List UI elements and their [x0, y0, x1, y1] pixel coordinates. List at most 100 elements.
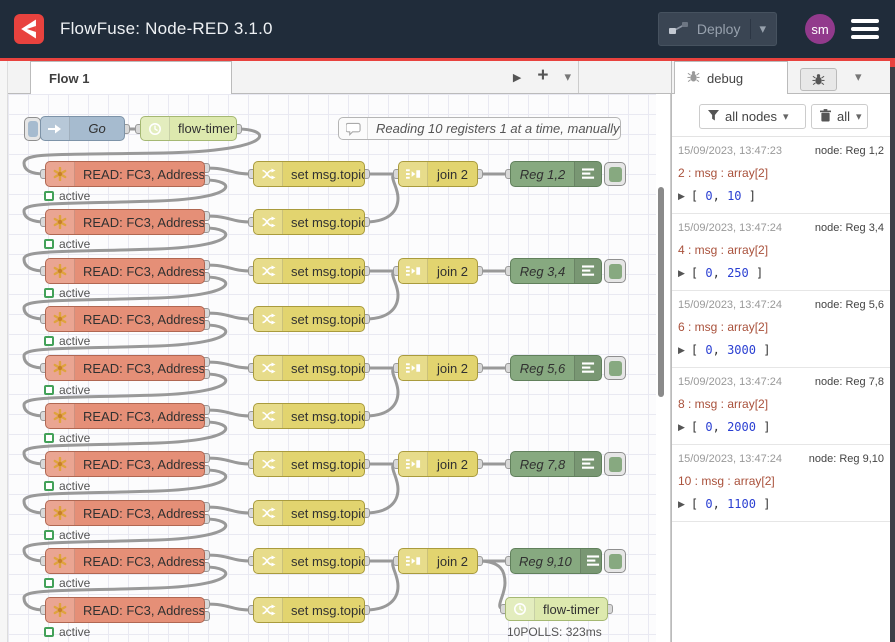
modbus-read-node[interactable]: READ: FC3, Address 3 — [45, 258, 205, 284]
expand-triangle-icon[interactable]: ▶ — [678, 499, 685, 510]
join-node[interactable]: join 2 — [398, 161, 478, 187]
wire[interactable] — [205, 216, 253, 222]
debug-toolbar: all nodes ▾ all ▾ — [672, 94, 890, 137]
modbus-read-node-label: READ: FC3, Address 4 — [75, 307, 205, 331]
wire[interactable] — [205, 604, 253, 610]
change-node[interactable]: set msg.topic — [253, 403, 365, 429]
debug-filter-toggle-button[interactable] — [800, 68, 837, 91]
modbus-read-node[interactable]: READ: FC3, Address 4 — [45, 306, 205, 332]
debug-enable-toggle[interactable] — [604, 452, 626, 476]
change-node[interactable]: set msg.topic — [253, 306, 365, 332]
change-node[interactable]: set msg.topic — [253, 597, 365, 623]
debug-enable-toggle[interactable] — [604, 259, 626, 283]
debug-filter-dropdown[interactable]: all nodes ▾ — [699, 104, 806, 129]
scroll-tabs-icon[interactable]: ▶ — [513, 71, 521, 84]
join-node[interactable]: join 2 — [398, 451, 478, 477]
tab-debug[interactable]: debug — [674, 61, 788, 94]
chevron-down-icon: ▾ — [783, 110, 789, 123]
change-shuffle-icon — [254, 307, 283, 331]
change-shuffle-icon — [254, 501, 283, 525]
add-flow-button[interactable]: + — [537, 65, 548, 87]
inject-node[interactable]: Go — [40, 116, 125, 141]
debug-clear-dropdown[interactable]: all ▾ — [811, 104, 868, 129]
wire[interactable] — [205, 555, 253, 561]
change-node-label: set msg.topic — [283, 259, 365, 283]
message-node-name[interactable]: node: Reg 9,10 — [809, 453, 884, 465]
wire[interactable] — [205, 507, 253, 513]
sidebar-tabbar: debug ▾ — [672, 61, 890, 94]
join-node[interactable]: join 2 — [398, 355, 478, 381]
main-menu-button[interactable] — [851, 19, 879, 39]
modbus-read-node[interactable]: READ: FC3, Address 10 — [45, 597, 205, 623]
change-node[interactable]: set msg.topic — [253, 161, 365, 187]
modbus-read-node[interactable]: READ: FC3, Address 5 — [45, 355, 205, 381]
wire[interactable] — [365, 561, 398, 610]
wire[interactable] — [365, 464, 398, 513]
debug-node[interactable]: Reg 7,8 — [510, 451, 602, 477]
join-node[interactable]: join 2 — [398, 548, 478, 574]
change-node[interactable]: set msg.topic — [253, 500, 365, 526]
wire[interactable] — [205, 313, 253, 319]
node-status: active — [44, 237, 90, 251]
wire[interactable] — [478, 561, 505, 609]
change-node[interactable]: set msg.topic — [253, 209, 365, 235]
wire[interactable] — [365, 174, 398, 222]
wire[interactable] — [205, 458, 253, 464]
deploy-divider — [750, 19, 751, 39]
message-node-name[interactable]: node: Reg 3,4 — [815, 222, 884, 234]
change-shuffle-icon — [254, 210, 283, 234]
change-node[interactable]: set msg.topic — [253, 451, 365, 477]
change-node[interactable]: set msg.topic — [253, 355, 365, 381]
debug-enable-toggle[interactable] — [604, 549, 626, 573]
join-node[interactable]: join 2 — [398, 258, 478, 284]
user-avatar[interactable]: sm — [805, 14, 835, 44]
canvas-scrollbar-thumb[interactable] — [658, 187, 664, 397]
debug-node[interactable]: Reg 3,4 — [510, 258, 602, 284]
sidebar-options-chevron-icon[interactable]: ▾ — [855, 69, 862, 85]
message-node-name[interactable]: node: Reg 1,2 — [815, 145, 884, 157]
modbus-icon — [46, 307, 75, 331]
debug-node[interactable]: Reg 5,6 — [510, 355, 602, 381]
expand-triangle-icon[interactable]: ▶ — [678, 191, 685, 202]
change-node[interactable]: set msg.topic — [253, 548, 365, 574]
wire[interactable] — [365, 368, 398, 416]
message-node-name[interactable]: node: Reg 5,6 — [815, 299, 884, 311]
inject-button[interactable] — [24, 117, 41, 141]
tab-flow-1[interactable]: Flow 1 — [30, 61, 232, 94]
modbus-read-node[interactable]: READ: FC3, Address 2 — [45, 209, 205, 235]
node-status: active — [44, 479, 90, 493]
debug-node[interactable]: Reg 9,10 — [510, 548, 602, 574]
wire[interactable] — [365, 271, 398, 319]
message-node-name[interactable]: node: Reg 7,8 — [815, 376, 884, 388]
flow-timer-node[interactable]: flow-timer — [505, 597, 608, 621]
message-meta: 10 : msg : array[2] — [678, 474, 884, 488]
modbus-read-node-label: READ: FC3, Address 6 — [75, 404, 205, 428]
modbus-read-node[interactable]: READ: FC3, Address 6 — [45, 403, 205, 429]
flow-canvas[interactable]: Go flow-timer Reading 10 registers 1 at a … — [8, 94, 656, 642]
wire[interactable] — [205, 168, 253, 174]
deploy-button[interactable]: Deploy ▾ — [658, 12, 777, 46]
tab-list-chevron-icon[interactable]: ▾ — [564, 69, 571, 85]
debug-enable-toggle[interactable] — [604, 162, 626, 186]
expand-triangle-icon[interactable]: ▶ — [678, 345, 685, 356]
expand-triangle-icon[interactable]: ▶ — [678, 268, 685, 279]
modbus-read-node[interactable]: READ: FC3, Address 8 — [45, 500, 205, 526]
debug-node[interactable]: Reg 1,2 — [510, 161, 602, 187]
debug-enable-toggle[interactable] — [604, 356, 626, 380]
modbus-icon — [46, 162, 75, 186]
wire[interactable] — [205, 362, 253, 368]
modbus-read-node[interactable]: READ: FC3, Address 1 — [45, 161, 205, 187]
change-node[interactable]: set msg.topic — [253, 258, 365, 284]
flow-timer-node[interactable]: flow-timer — [140, 116, 237, 141]
comment-node[interactable]: Reading 10 registers 1 at a time, manual… — [338, 117, 621, 140]
deploy-options-chevron-icon[interactable]: ▾ — [759, 21, 766, 37]
node-status: active — [44, 189, 90, 203]
modbus-read-node[interactable]: READ: FC3, Address 9 — [45, 548, 205, 574]
expand-triangle-icon[interactable]: ▶ — [678, 422, 685, 433]
node-status: active — [44, 576, 90, 590]
modbus-read-node[interactable]: READ: FC3, Address 7 — [45, 451, 205, 477]
wire[interactable] — [205, 410, 253, 416]
wire[interactable] — [205, 265, 253, 271]
modbus-read-node-label: READ: FC3, Address 7 — [75, 452, 205, 476]
change-node-label: set msg.topic — [283, 549, 365, 573]
